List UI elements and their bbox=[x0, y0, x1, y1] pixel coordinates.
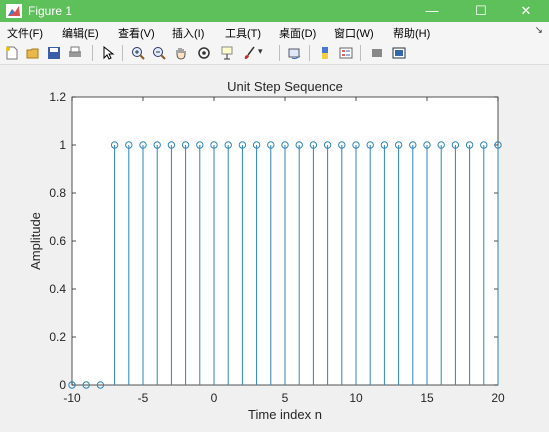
x-tick-label: 10 bbox=[349, 391, 363, 405]
x-tick-label: -5 bbox=[138, 391, 149, 405]
open-file-icon[interactable] bbox=[26, 46, 40, 60]
x-tick-label: -10 bbox=[63, 391, 81, 405]
toolbar-separator bbox=[92, 45, 93, 61]
stem-plot: Unit Step Sequence -10 -5 0 5 10 15 20 0 0.2 0.4 0… bbox=[28, 79, 505, 422]
print-icon[interactable] bbox=[68, 46, 82, 60]
toolbar-separator bbox=[122, 45, 123, 61]
x-tick-label: 15 bbox=[420, 391, 434, 405]
brush-dropdown-icon[interactable]: ▾ bbox=[258, 46, 272, 60]
y-tick-label: 0.4 bbox=[49, 282, 66, 296]
x-tick-label: 5 bbox=[282, 391, 289, 405]
chart-title: Unit Step Sequence bbox=[227, 79, 343, 94]
y-tick-label: 0.2 bbox=[49, 330, 66, 344]
y-tick-label: 1 bbox=[59, 138, 66, 152]
menu-view[interactable]: 查看(V) bbox=[118, 25, 155, 41]
menu-file[interactable]: 文件(F) bbox=[7, 25, 43, 41]
link-plot-icon[interactable] bbox=[288, 46, 302, 60]
hide-plot-tools-icon[interactable] bbox=[370, 46, 384, 60]
show-plot-tools-icon[interactable] bbox=[392, 46, 406, 60]
legend-icon[interactable] bbox=[339, 46, 353, 60]
menu-desktop[interactable]: 桌面(D) bbox=[279, 25, 316, 41]
new-figure-icon[interactable] bbox=[5, 46, 19, 60]
x-tick-label: 0 bbox=[211, 391, 218, 405]
zoom-in-icon[interactable] bbox=[131, 46, 145, 60]
minimize-button[interactable]: — bbox=[409, 0, 455, 22]
y-axis-label: Amplitude bbox=[28, 212, 43, 270]
pan-icon[interactable] bbox=[174, 46, 188, 60]
toolbar: ▾ bbox=[0, 42, 549, 65]
menubar: 文件(F) 编辑(E) 查看(V) 插入(I) 工具(T) 桌面(D) 窗口(W… bbox=[0, 22, 549, 42]
window-title: Figure 1 bbox=[28, 4, 73, 18]
zoom-out-icon[interactable] bbox=[152, 46, 166, 60]
data-cursor-icon[interactable] bbox=[220, 46, 234, 60]
x-axis-label: Time index n bbox=[248, 407, 322, 422]
save-icon[interactable] bbox=[47, 46, 61, 60]
menubar-dock-arrow-icon[interactable]: ↘ bbox=[535, 25, 543, 36]
maximize-button[interactable]: ☐ bbox=[458, 0, 504, 22]
rotate-icon[interactable] bbox=[197, 46, 211, 60]
pointer-icon[interactable] bbox=[101, 46, 115, 60]
y-tick-label: 0.8 bbox=[49, 186, 66, 200]
toolbar-separator bbox=[309, 45, 310, 61]
colorbar-icon[interactable] bbox=[318, 46, 332, 60]
toolbar-separator bbox=[279, 45, 280, 61]
menu-window[interactable]: 窗口(W) bbox=[334, 25, 374, 41]
toolbar-separator bbox=[360, 45, 361, 61]
x-tick-label: 20 bbox=[491, 391, 505, 405]
close-button[interactable]: ✕ bbox=[503, 0, 549, 22]
menu-edit[interactable]: 编辑(E) bbox=[62, 25, 99, 41]
menu-tools[interactable]: 工具(T) bbox=[225, 25, 261, 41]
brush-icon[interactable] bbox=[243, 46, 257, 60]
window-titlebar[interactable]: Figure 1 — ☐ ✕ bbox=[0, 0, 549, 22]
matlab-logo-icon bbox=[6, 4, 22, 18]
y-tick-label: 0 bbox=[59, 378, 66, 392]
y-tick-label: 0.6 bbox=[49, 234, 66, 248]
menu-insert[interactable]: 插入(I) bbox=[172, 25, 204, 41]
y-tick-label: 1.2 bbox=[49, 90, 66, 104]
menu-help[interactable]: 帮助(H) bbox=[393, 25, 430, 41]
figure-canvas[interactable]: Unit Step Sequence -10 -5 0 5 10 15 20 0 0.2 0.4 0… bbox=[0, 65, 549, 427]
